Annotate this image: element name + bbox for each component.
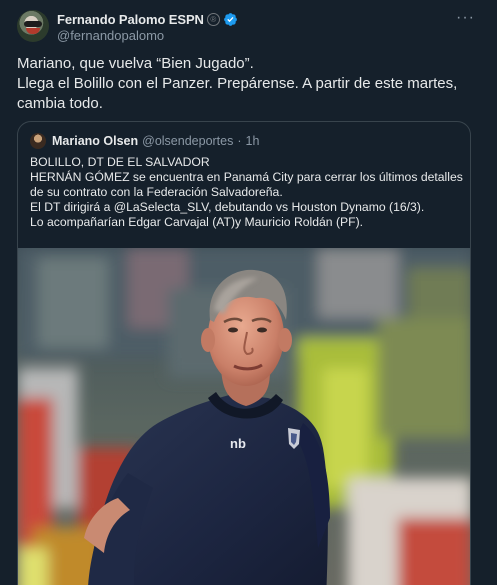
- registered-mark-icon: ®: [206, 12, 220, 26]
- more-options-icon[interactable]: ···: [456, 10, 475, 26]
- shirt-logo: nb: [230, 436, 246, 451]
- quoted-text-line: Lo acompañarían Edgar Carvajal (AT)y Mau…: [30, 215, 364, 229]
- tweet-text-line: Mariano, que vuelva “Bien Jugado”.: [17, 55, 254, 72]
- author-avatar[interactable]: [17, 10, 49, 42]
- quoted-text-line: BOLILLO, DT DE EL SALVADOR: [30, 155, 210, 169]
- author-display-name[interactable]: Fernando Palomo ESPN: [57, 12, 204, 27]
- quoted-author-avatar: [30, 133, 46, 149]
- tweet-text: Mariano, que vuelva “Bien Jugado”. Llega…: [17, 54, 487, 114]
- quoted-author-handle: @olsendeportes: [142, 134, 234, 148]
- quoted-text-line: de su contrato con la Federación Salvado…: [30, 185, 283, 199]
- quoted-tweet[interactable]: Mariano Olsen @olsendeportes · 1h BOLILL…: [17, 121, 471, 585]
- quoted-tweet-header: Mariano Olsen @olsendeportes · 1h: [30, 132, 259, 150]
- coach-photo-illustration: nb: [18, 248, 470, 585]
- quoted-timestamp: 1h: [245, 134, 260, 148]
- author-handle[interactable]: @fernandopalomo: [57, 28, 164, 43]
- tweet-text-line: Llega el Bolillo con el Panzer. Prepáren…: [17, 75, 458, 92]
- verified-badge-icon: [223, 12, 237, 26]
- quoted-text-line: El DT dirigirá a @LaSelecta_SLV, debutan…: [30, 200, 425, 214]
- separator-dot: ·: [237, 134, 242, 148]
- quoted-text-line: HERNÁN GÓMEZ se encuentra en Panamá City…: [30, 170, 463, 184]
- quoted-author-name: Mariano Olsen: [52, 134, 139, 148]
- tweet-text-line: cambia todo.: [17, 95, 103, 112]
- author-name-row: Fernando Palomo ESPN ®: [57, 10, 238, 28]
- quoted-tweet-photo[interactable]: nb: [18, 248, 470, 585]
- quoted-tweet-text: BOLILLO, DT DE EL SALVADOR HERNÁN GÓMEZ …: [30, 155, 470, 230]
- tweet: Fernando Palomo ESPN ® @fernandopalomo ·…: [0, 0, 497, 585]
